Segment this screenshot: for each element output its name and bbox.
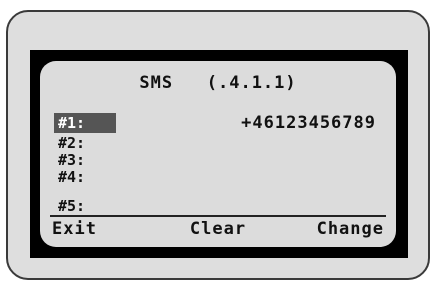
softkey-bar: Exit Clear Change <box>52 217 384 241</box>
change-softkey[interactable]: Change <box>317 217 384 241</box>
slot-label: #1: <box>54 113 116 133</box>
device-body: SMS (.4.1.1) #1: +46123456789 #2: #3: #4… <box>6 10 430 280</box>
exit-softkey[interactable]: Exit <box>52 217 97 241</box>
slot-row-5[interactable]: #5: <box>54 196 382 216</box>
clear-softkey[interactable]: Clear <box>190 217 246 241</box>
screen-bezel: SMS (.4.1.1) #1: +46123456789 #2: #3: #4… <box>30 50 408 258</box>
slot-value: +46123456789 <box>241 113 376 133</box>
slot-row-4[interactable]: #4: <box>54 167 382 187</box>
slot-row-1[interactable]: #1: +46123456789 <box>54 113 382 133</box>
lcd-screen: SMS (.4.1.1) #1: +46123456789 #2: #3: #4… <box>40 61 396 247</box>
screen-title: SMS (.4.1.1) <box>139 73 297 93</box>
slot-label: #5: <box>58 197 86 215</box>
slot-label: #4: <box>58 168 86 186</box>
